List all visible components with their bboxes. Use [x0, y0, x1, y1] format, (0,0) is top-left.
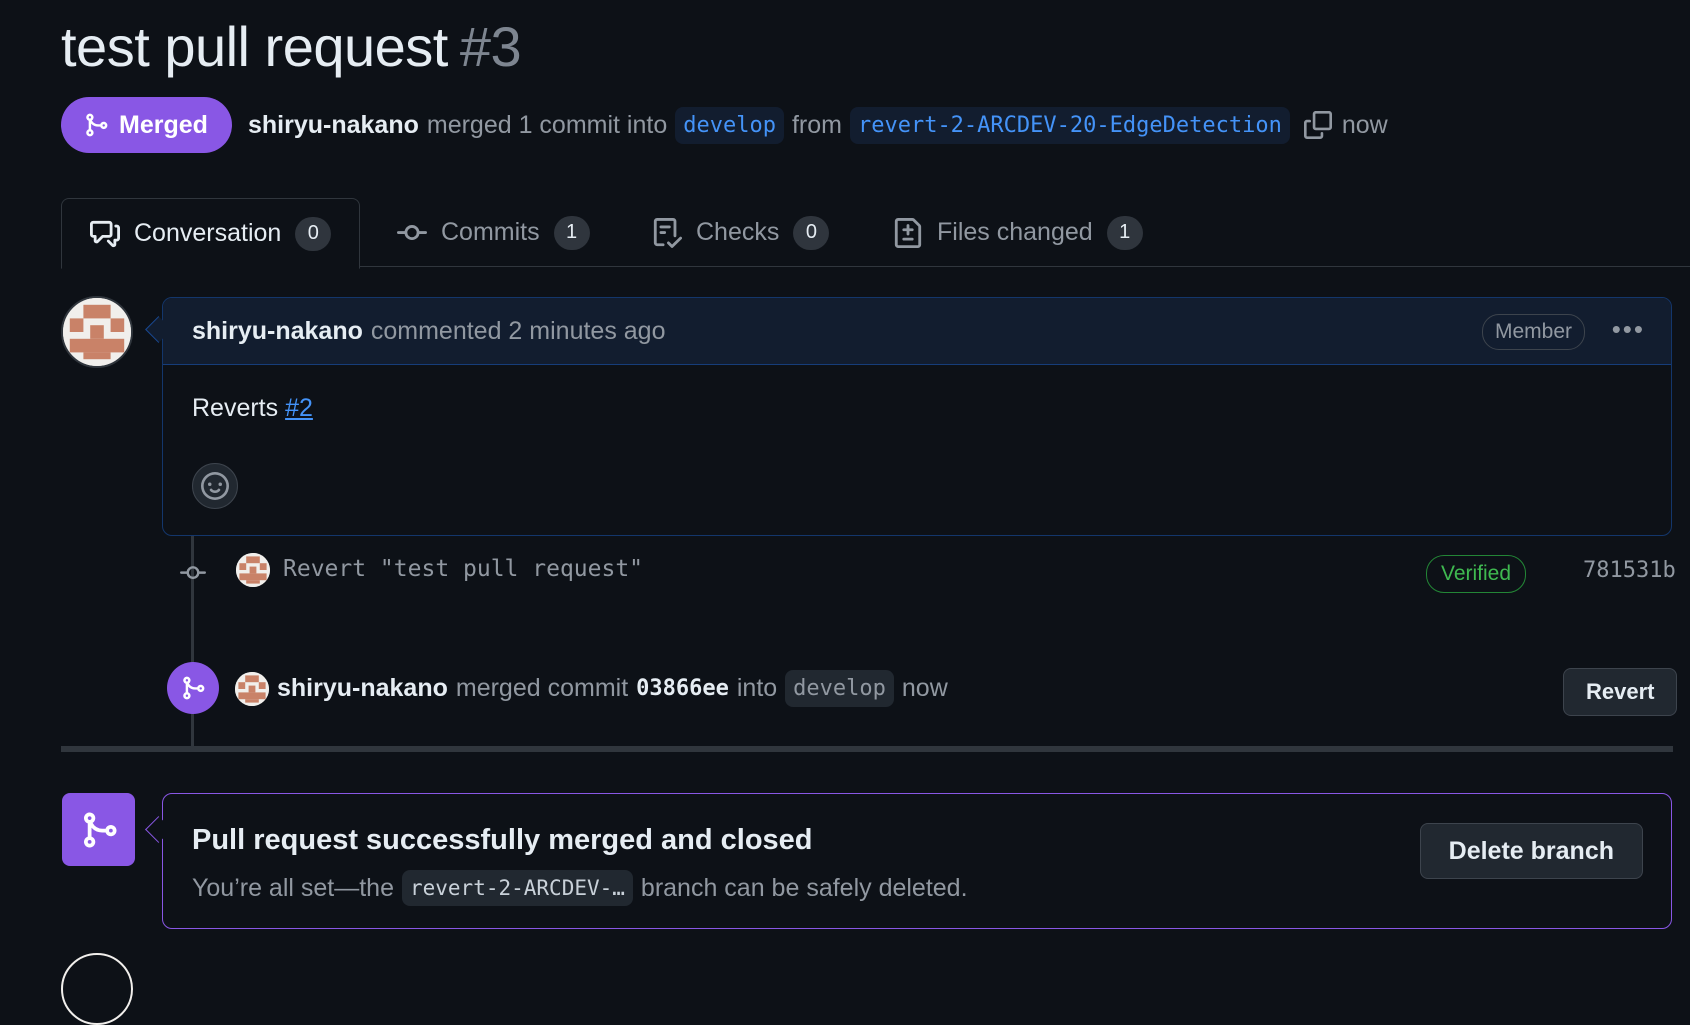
merge-branch[interactable]: develop	[785, 670, 894, 707]
commit-avatar[interactable]	[236, 553, 270, 587]
state-label: Merged	[119, 110, 208, 139]
merge-sub-suffix: branch can be safely deleted.	[640, 873, 968, 902]
tab-label: Conversation	[134, 219, 282, 247]
merge-status-title: Pull request successfully merged and clo…	[192, 824, 813, 856]
tab-counter: 1	[1106, 215, 1143, 250]
comment-box: shiryu-nakano commented 2 minutes ago Me…	[162, 297, 1672, 536]
issue-link[interactable]: #2	[285, 394, 313, 422]
head-branch[interactable]: revert-2-ARCDEV-20-EdgeDetection	[849, 106, 1290, 144]
merge-text: merged 1 commit into	[426, 110, 668, 139]
pr-number: #3	[459, 15, 522, 78]
comment-body: Reverts #2	[192, 394, 313, 423]
comment-text: Reverts	[192, 394, 279, 422]
file-diff-icon	[894, 217, 922, 248]
tab-checks[interactable]: Checks 0	[652, 198, 830, 267]
git-commit-icon	[176, 560, 210, 591]
tab-counter: 0	[295, 216, 332, 251]
commit-message[interactable]: Revert "test pull request"	[283, 556, 643, 582]
base-branch[interactable]: develop	[675, 106, 784, 144]
identicon-icon	[235, 671, 269, 706]
merge-node	[167, 662, 219, 714]
avatar[interactable]	[61, 296, 133, 368]
tab-conversation[interactable]: Conversation 0	[61, 198, 361, 269]
kebab-menu-icon[interactable]: •••	[1612, 314, 1645, 345]
pr-title: test pull request	[61, 15, 448, 78]
timeline-divider	[61, 746, 1673, 752]
checklist-icon	[653, 217, 682, 248]
add-reaction-button[interactable]	[192, 463, 238, 509]
tab-commits[interactable]: Commits 1	[397, 198, 590, 267]
verified-badge[interactable]: Verified	[1426, 555, 1527, 593]
git-merge-icon	[183, 676, 205, 700]
pr-time: now	[1341, 110, 1388, 139]
tab-counter: 1	[553, 215, 590, 250]
merge-event-text: merged commit	[455, 674, 629, 702]
page-title: test pull request #3	[61, 14, 522, 79]
comment-author[interactable]: shiryu-nakano	[192, 317, 363, 346]
tab-counter: 0	[793, 215, 830, 250]
revert-button[interactable]: Revert	[1563, 668, 1678, 716]
tab-label: Commits	[441, 218, 540, 246]
merge-status-box: Pull request successfully merged and clo…	[162, 793, 1672, 929]
merge-author[interactable]: shiryu-nakano	[277, 674, 448, 703]
tab-files-changed[interactable]: Files changed 1	[893, 198, 1143, 267]
merge-sub-branch[interactable]: revert-2-ARCDEV-…	[401, 870, 633, 906]
commit-sha[interactable]: 781531b	[1583, 558, 1676, 583]
from-text: from	[791, 110, 842, 139]
git-commit-icon	[397, 224, 427, 240]
avatar[interactable]	[61, 953, 133, 1025]
smiley-icon	[201, 472, 229, 500]
merged-state-badge: Merged	[61, 97, 232, 153]
merge-status-subtitle: You’re all set—the revert-2-ARCDEV-… bra…	[192, 870, 968, 906]
merge-time[interactable]: now	[902, 674, 948, 703]
tab-label: Checks	[696, 218, 780, 246]
into-text: into	[736, 674, 778, 702]
comment-action[interactable]: commented 2 minutes ago	[371, 317, 666, 346]
git-merge-icon	[83, 812, 117, 847]
merge-status-tile	[62, 793, 135, 866]
comment-header: shiryu-nakano commented 2 minutes ago Me…	[163, 298, 1671, 365]
identicon-icon	[236, 553, 270, 587]
merge-sha[interactable]: 03866ee	[636, 676, 729, 701]
merged-event: shiryu-nakano merged commit 03866ee into…	[235, 670, 948, 707]
copy-icon[interactable]	[1303, 111, 1332, 139]
delete-branch-button[interactable]: Delete branch	[1419, 823, 1643, 879]
comment-discussion-icon	[90, 220, 120, 247]
merge-sub-prefix: You’re all set—the	[192, 873, 394, 902]
git-merge-icon	[86, 113, 108, 137]
author-link[interactable]: shiryu-nakano	[248, 111, 419, 140]
pr-meta: shiryu-nakano merged 1 commit into devel…	[248, 102, 1388, 148]
member-badge: Member	[1481, 314, 1585, 350]
merge-avatar[interactable]	[235, 671, 269, 706]
tab-label: Files changed	[937, 218, 1093, 246]
identicon-icon	[63, 298, 131, 366]
